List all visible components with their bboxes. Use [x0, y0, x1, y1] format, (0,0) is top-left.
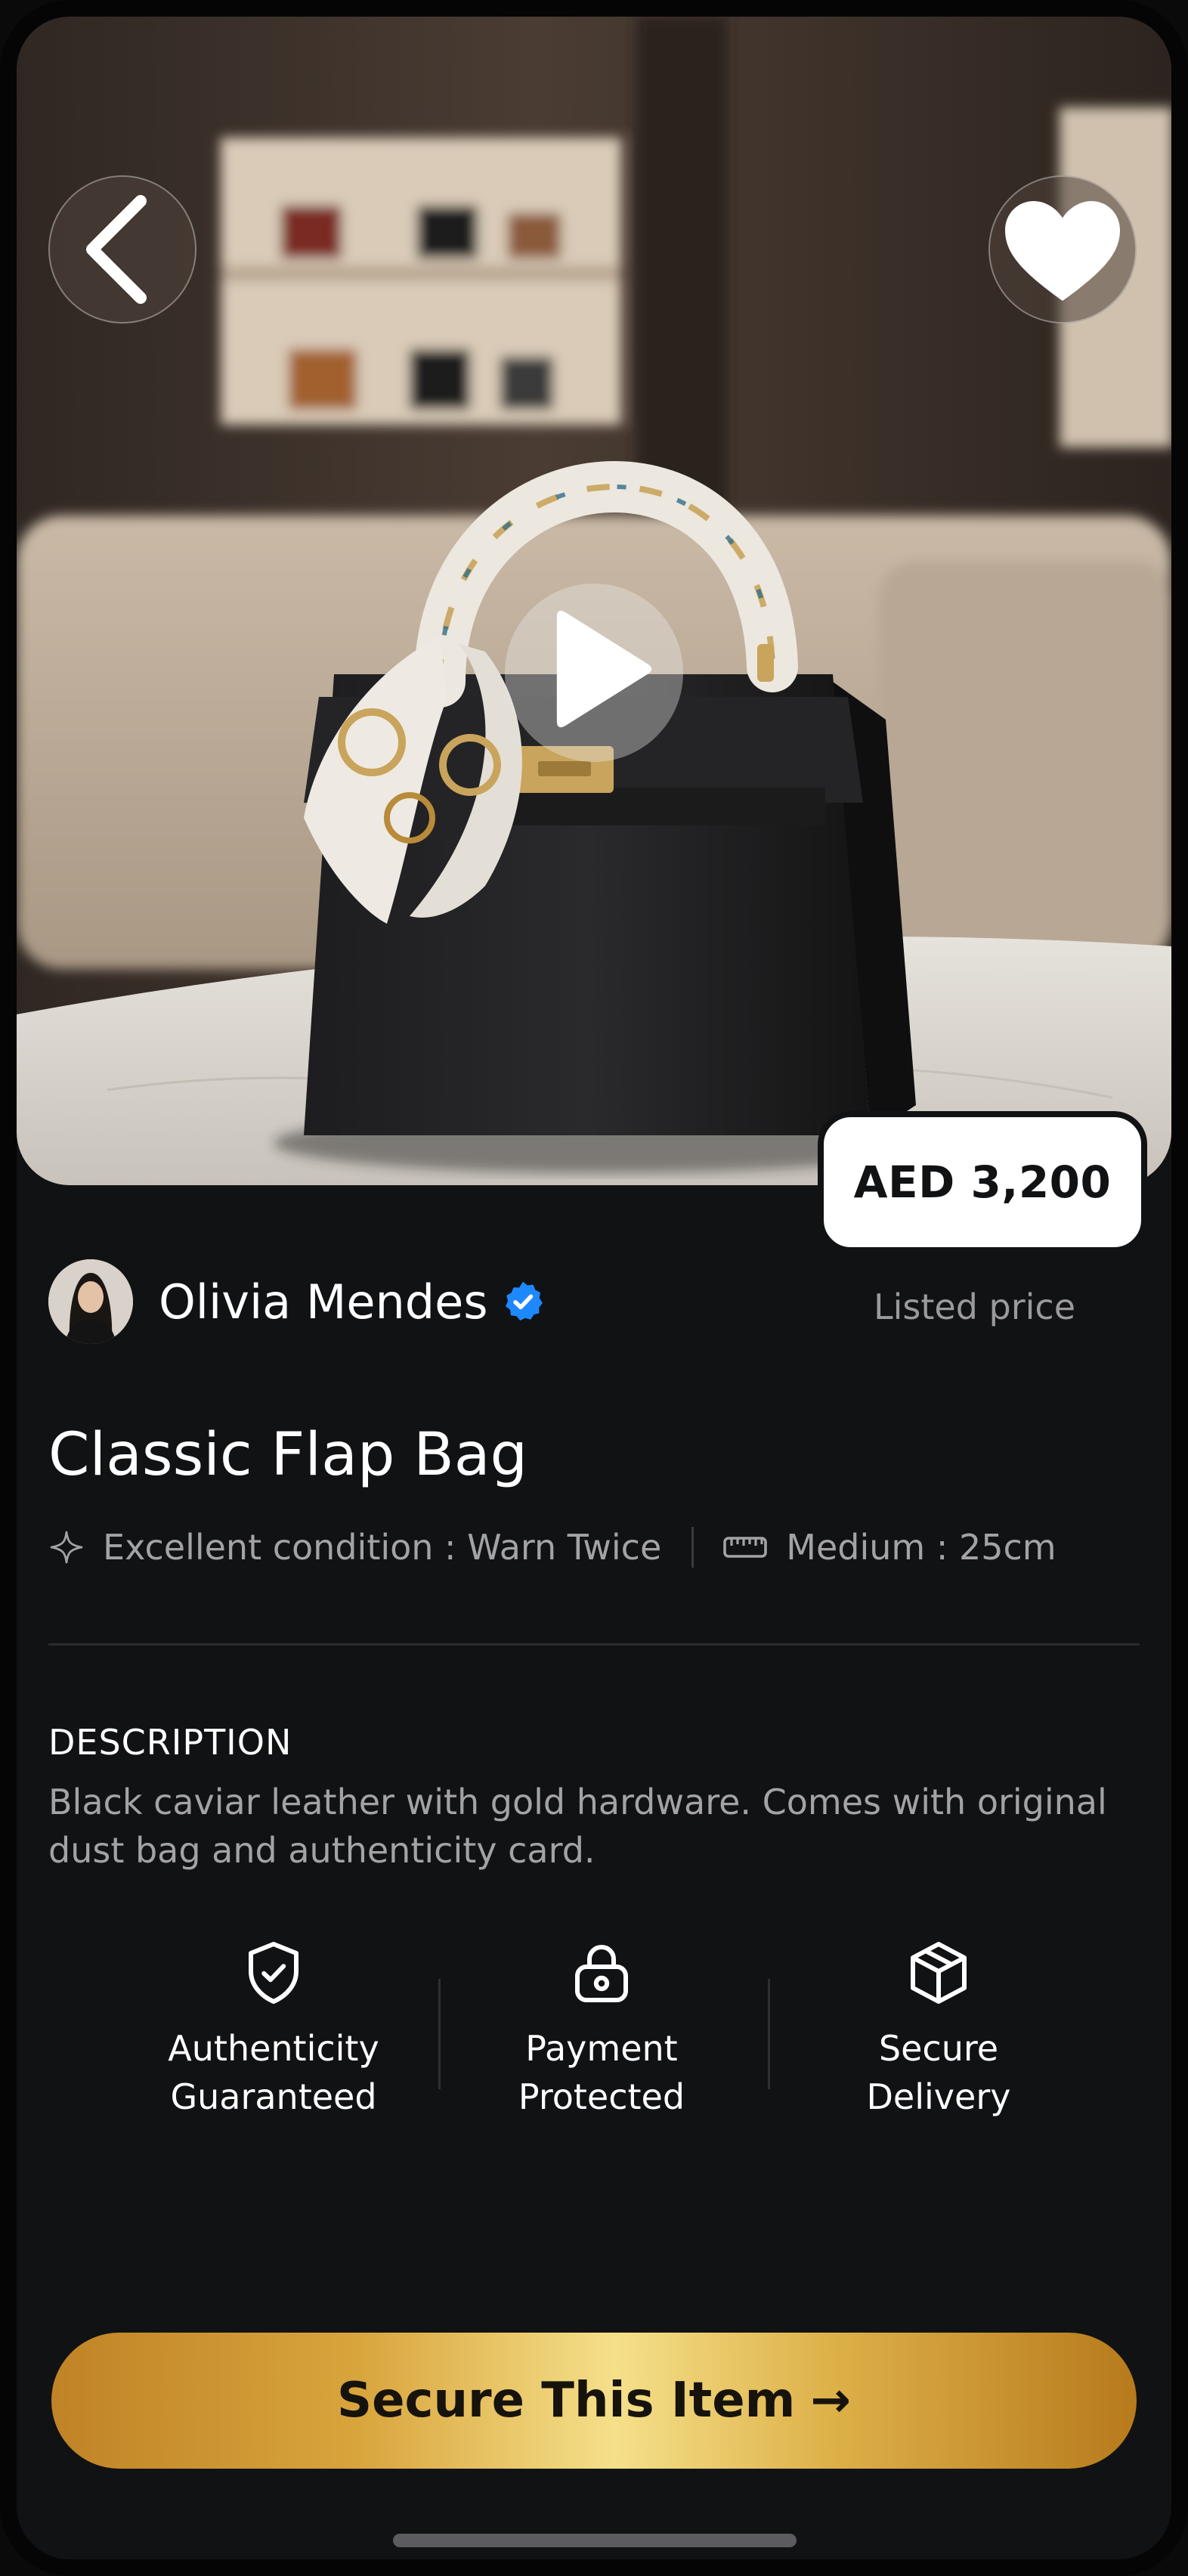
favorite-button[interactable] — [988, 175, 1137, 324]
app-screen: AED 3,200 Olivia Mendes Listed price Cla… — [0, 0, 1188, 2576]
feature-delivery: Secure Delivery — [803, 1937, 1075, 2121]
trust-features: Authenticity Guaranteed Payment Protecte… — [107, 1937, 1090, 2133]
product-title: Classic Flap Bag — [48, 1421, 528, 1489]
product-specs: Excellent condition : Warn Twice Medium … — [48, 1521, 1057, 1574]
feature-label: Payment Protected — [518, 2028, 685, 2117]
ruler-icon — [723, 1537, 768, 1558]
verified-badge-icon — [505, 1281, 543, 1321]
cta-label: Secure This Item — [337, 2373, 796, 2429]
feature-payment: Payment Protected — [466, 1937, 738, 2121]
seller-name[interactable]: Olivia Mendes — [159, 1274, 488, 1330]
price-tag: AED 3,200 — [818, 1111, 1147, 1253]
sparkle-icon — [50, 1531, 83, 1564]
avatar-image — [48, 1259, 133, 1344]
home-indicator[interactable] — [393, 2534, 797, 2547]
feature-divider — [768, 1979, 770, 2089]
description-heading: DESCRIPTION — [48, 1722, 292, 1763]
size-text: Medium : 25cm — [786, 1527, 1057, 1568]
heart-icon — [1005, 201, 1120, 301]
feature-label: Secure Delivery — [866, 2028, 1011, 2117]
condition-text: Excellent condition : Warn Twice — [103, 1527, 662, 1568]
chevron-left-icon — [86, 195, 147, 304]
back-button[interactable] — [48, 175, 196, 324]
arrow-right-icon: → — [810, 2373, 851, 2429]
secure-item-button[interactable]: Secure This Item → — [51, 2333, 1137, 2469]
feature-divider — [438, 1979, 441, 2089]
listed-price-label: Listed price — [874, 1286, 1076, 1327]
feature-authenticity: Authenticity Guaranteed — [138, 1937, 410, 2121]
feature-label: Authenticity Guaranteed — [168, 2028, 379, 2117]
lock-icon — [575, 1944, 628, 2002]
spec-divider — [691, 1527, 695, 1568]
play-video-button[interactable] — [505, 584, 683, 762]
product-hero-image[interactable] — [17, 17, 1171, 1185]
seller-info[interactable]: Olivia Mendes — [48, 1259, 546, 1344]
seller-avatar[interactable] — [48, 1259, 133, 1344]
description-text: Black caviar leather with gold hardware.… — [48, 1782, 1107, 1871]
divider-line — [48, 1643, 1140, 1646]
play-icon — [556, 610, 652, 728]
box-icon — [911, 1942, 967, 2004]
shield-check-icon — [249, 1942, 299, 2004]
